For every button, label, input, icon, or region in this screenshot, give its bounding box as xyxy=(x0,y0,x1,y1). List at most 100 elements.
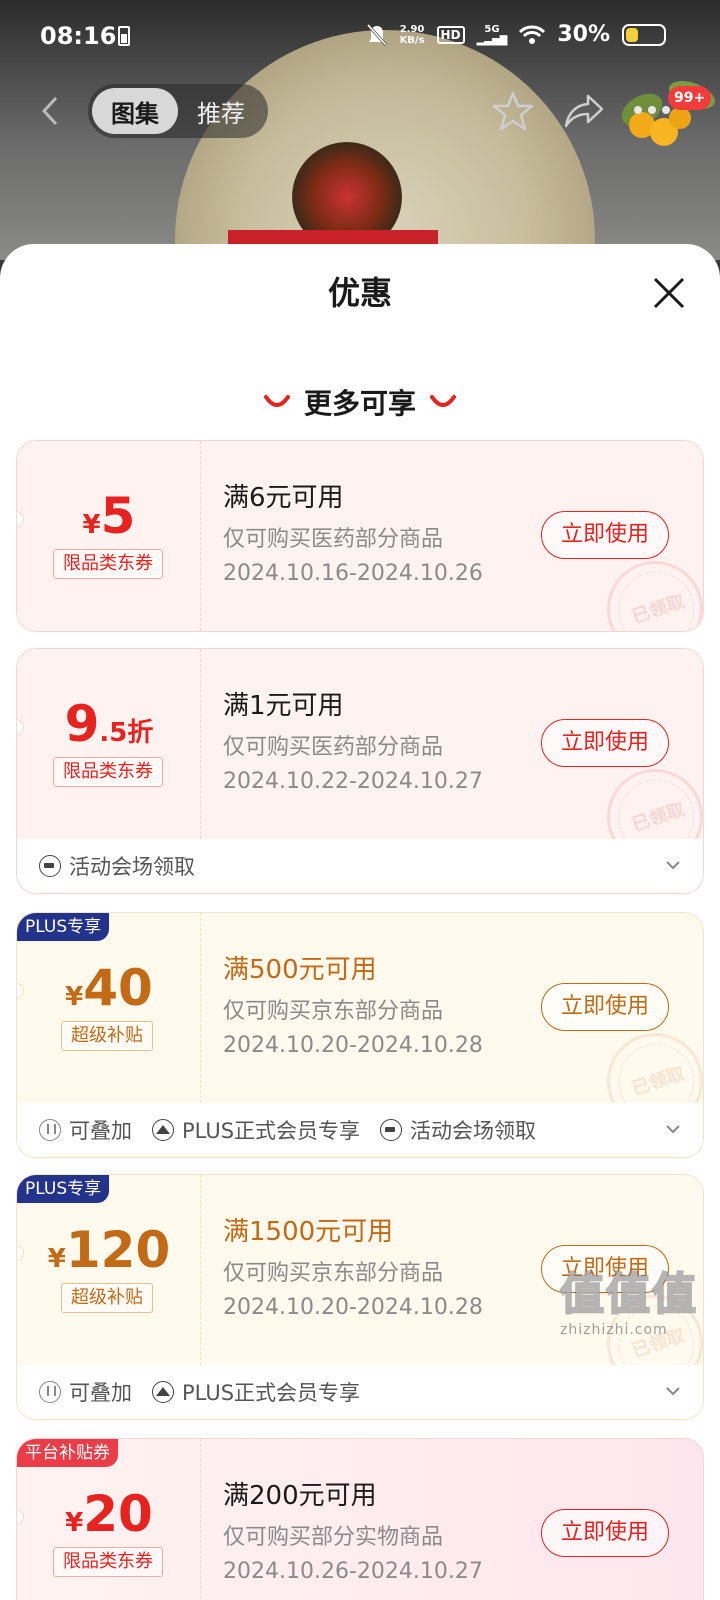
coupon-validity: 2024.10.22-2024.10.27 xyxy=(223,769,483,794)
offers-sheet: 优惠 更多可享 ¥5 限品类东券 满6元可用 仅可购买医药部分商品 2024.1… xyxy=(0,244,720,1600)
coupon-validity: 2024.10.20-2024.10.28 xyxy=(223,1295,483,1320)
sheet-title: 优惠 xyxy=(327,274,392,312)
coupon-features-row[interactable]: 可叠加 PLUS正式会员专享 xyxy=(17,1365,703,1419)
coupon-scope: 仅可购买京东部分商品 xyxy=(223,999,444,1024)
coupon-condition: 满500元可用 xyxy=(223,955,377,985)
coupon-amount: ¥40 xyxy=(17,959,201,1017)
message-badge: 99+ xyxy=(668,86,712,110)
tab-gallery[interactable]: 图集 xyxy=(92,88,178,134)
battery-icon xyxy=(622,23,666,46)
coupon-discount-suffix: .5折 xyxy=(99,718,154,748)
coupon-currency: ¥ xyxy=(47,1244,66,1274)
coupon-type-tag: 限品类东券 xyxy=(53,757,163,787)
coupon-features-row[interactable]: 活动会场领取 xyxy=(17,839,703,893)
crown-icon xyxy=(152,1119,174,1141)
feature-label: 可叠加 xyxy=(69,1119,132,1143)
chevron-down-icon[interactable] xyxy=(665,1121,681,1137)
coupon-validity: 2024.10.26-2024.10.27 xyxy=(223,1559,483,1584)
watermark-logo: 值值值 xyxy=(559,1268,698,1321)
crown-icon xyxy=(152,1381,174,1403)
coupon-card[interactable]: ¥20 限品类东券 平台补贴券 满200元可用 仅可购买部分实物商品 2024.… xyxy=(16,1438,704,1600)
coupon-currency: ¥ xyxy=(82,510,101,540)
close-icon[interactable] xyxy=(652,276,686,310)
plus-exclusive-badge: PLUS专享 xyxy=(17,1175,110,1203)
watermark-url: zhizhizhi.com xyxy=(560,1322,668,1338)
use-now-button[interactable]: 立即使用 xyxy=(541,1509,669,1557)
battery-saver-icon xyxy=(118,26,130,46)
back-arrow-icon[interactable] xyxy=(34,94,68,128)
feature-label: 活动会场领取 xyxy=(410,1119,537,1143)
claimed-stamp-label: 已领取 xyxy=(629,1063,688,1100)
coupon-amount: ¥5 xyxy=(17,487,201,545)
stack-icon xyxy=(39,1381,61,1403)
coupon-value: 40 xyxy=(83,959,153,1017)
favorite-star-icon[interactable] xyxy=(492,90,534,132)
coupon-validity: 2024.10.20-2024.10.28 xyxy=(223,1033,483,1058)
site-watermark: 值值值 zhizhizhi.com xyxy=(559,1258,720,1338)
coupon-scope: 仅可购买医药部分商品 xyxy=(223,735,444,760)
coupon-value-panel: ¥120 超级补贴 xyxy=(17,1175,201,1365)
plus-exclusive-badge: PLUS专享 xyxy=(17,913,110,941)
coupon-value-panel: ¥5 限品类东券 xyxy=(17,441,201,631)
feature-label: 可叠加 xyxy=(69,1381,132,1405)
feature-plus-member: PLUS正式会员专享 xyxy=(152,1115,360,1145)
claimed-stamp-label: 已领取 xyxy=(629,591,688,628)
use-now-button[interactable]: 立即使用 xyxy=(541,511,669,559)
status-bar: 08:16 2.90 KB/s HD 5G ▂▃▅▇ 30% xyxy=(0,0,720,76)
feature-label: PLUS正式会员专享 xyxy=(182,1119,361,1143)
status-time: 08:16 xyxy=(40,22,117,50)
feature-label: 活动会场领取 xyxy=(69,855,195,879)
coupon-card[interactable]: 9.5折 限品类东券 满1元可用 仅可购买医药部分商品 2024.10.22-2… xyxy=(16,648,704,894)
smile-right-icon xyxy=(430,395,456,407)
mute-bell-icon xyxy=(366,23,387,46)
coupon-features-row[interactable]: 可叠加 PLUS正式会员专享 活动会场领取 xyxy=(17,1103,703,1157)
tab-recommend[interactable]: 推荐 xyxy=(178,88,264,134)
coupon-scope: 仅可购买京东部分商品 xyxy=(223,1261,444,1286)
smile-left-icon xyxy=(263,395,290,407)
net-speed-unit: KB/s xyxy=(399,34,425,46)
coupon-currency: ¥ xyxy=(65,982,84,1012)
coupon-value: 5 xyxy=(100,487,136,545)
claimed-stamp: 已领取 xyxy=(594,548,703,631)
image-tabs: 图集 推荐 xyxy=(88,84,268,138)
feature-stackable: 可叠加 xyxy=(39,1115,132,1145)
net-speed: 2.90 KB/s xyxy=(400,24,425,46)
wifi-icon xyxy=(519,25,546,44)
chevron-down-icon[interactable] xyxy=(665,857,681,873)
coupon-value-panel: 9.5折 限品类东券 xyxy=(17,649,201,839)
coupon-condition: 满6元可用 xyxy=(223,483,344,513)
coupon-value: 120 xyxy=(65,1221,171,1279)
coupon-type-tag: 限品类东券 xyxy=(53,549,163,579)
ticket-icon xyxy=(39,855,61,877)
claimed-stamp-label: 已领取 xyxy=(629,799,688,836)
coupon-value-panel: ¥40 超级补贴 xyxy=(17,913,201,1103)
coupon-card[interactable]: ¥40 超级补贴 PLUS专享 满500元可用 仅可购买京东部分商品 2024.… xyxy=(16,912,704,1158)
net-speed-value: 2.90 xyxy=(399,23,425,35)
share-icon[interactable] xyxy=(562,90,606,132)
stack-icon xyxy=(39,1119,61,1141)
top-nav: 图集 推荐 99+ xyxy=(0,84,720,140)
use-now-button[interactable]: 立即使用 xyxy=(541,983,669,1031)
coupon-scope: 仅可购买医药部分商品 xyxy=(223,527,444,552)
ticket-icon xyxy=(380,1119,403,1141)
coupon-scope: 仅可购买部分实物商品 xyxy=(223,1525,444,1550)
coupon-type-tag: 超级补贴 xyxy=(61,1021,153,1051)
coupon-amount: ¥120 xyxy=(17,1221,201,1279)
feature-label: PLUS正式会员专享 xyxy=(182,1381,361,1405)
hd-icon: HD xyxy=(436,25,465,44)
feature-venue: 活动会场领取 xyxy=(380,1115,536,1145)
coupon-amount: ¥20 xyxy=(17,1485,201,1543)
use-now-button[interactable]: 立即使用 xyxy=(541,719,669,767)
signal-icon: 5G ▂▃▅▇ xyxy=(476,23,508,46)
more-dots-icon[interactable] xyxy=(632,104,672,116)
platform-subsidy-badge: 平台补贴券 xyxy=(17,1439,118,1467)
coupon-card[interactable]: ¥5 限品类东券 满6元可用 仅可购买医药部分商品 2024.10.16-202… xyxy=(16,440,704,632)
feature-stackable: 可叠加 xyxy=(39,1377,132,1407)
coupon-condition: 满1元可用 xyxy=(223,691,344,721)
coupon-value: 20 xyxy=(83,1485,153,1543)
coupon-type-tag: 限品类东券 xyxy=(53,1547,163,1577)
chevron-down-icon[interactable] xyxy=(665,1383,681,1399)
feature-plus-member: PLUS正式会员专享 xyxy=(152,1377,360,1407)
section-title: 更多可享 xyxy=(303,387,416,420)
coupon-condition: 满200元可用 xyxy=(223,1481,377,1511)
